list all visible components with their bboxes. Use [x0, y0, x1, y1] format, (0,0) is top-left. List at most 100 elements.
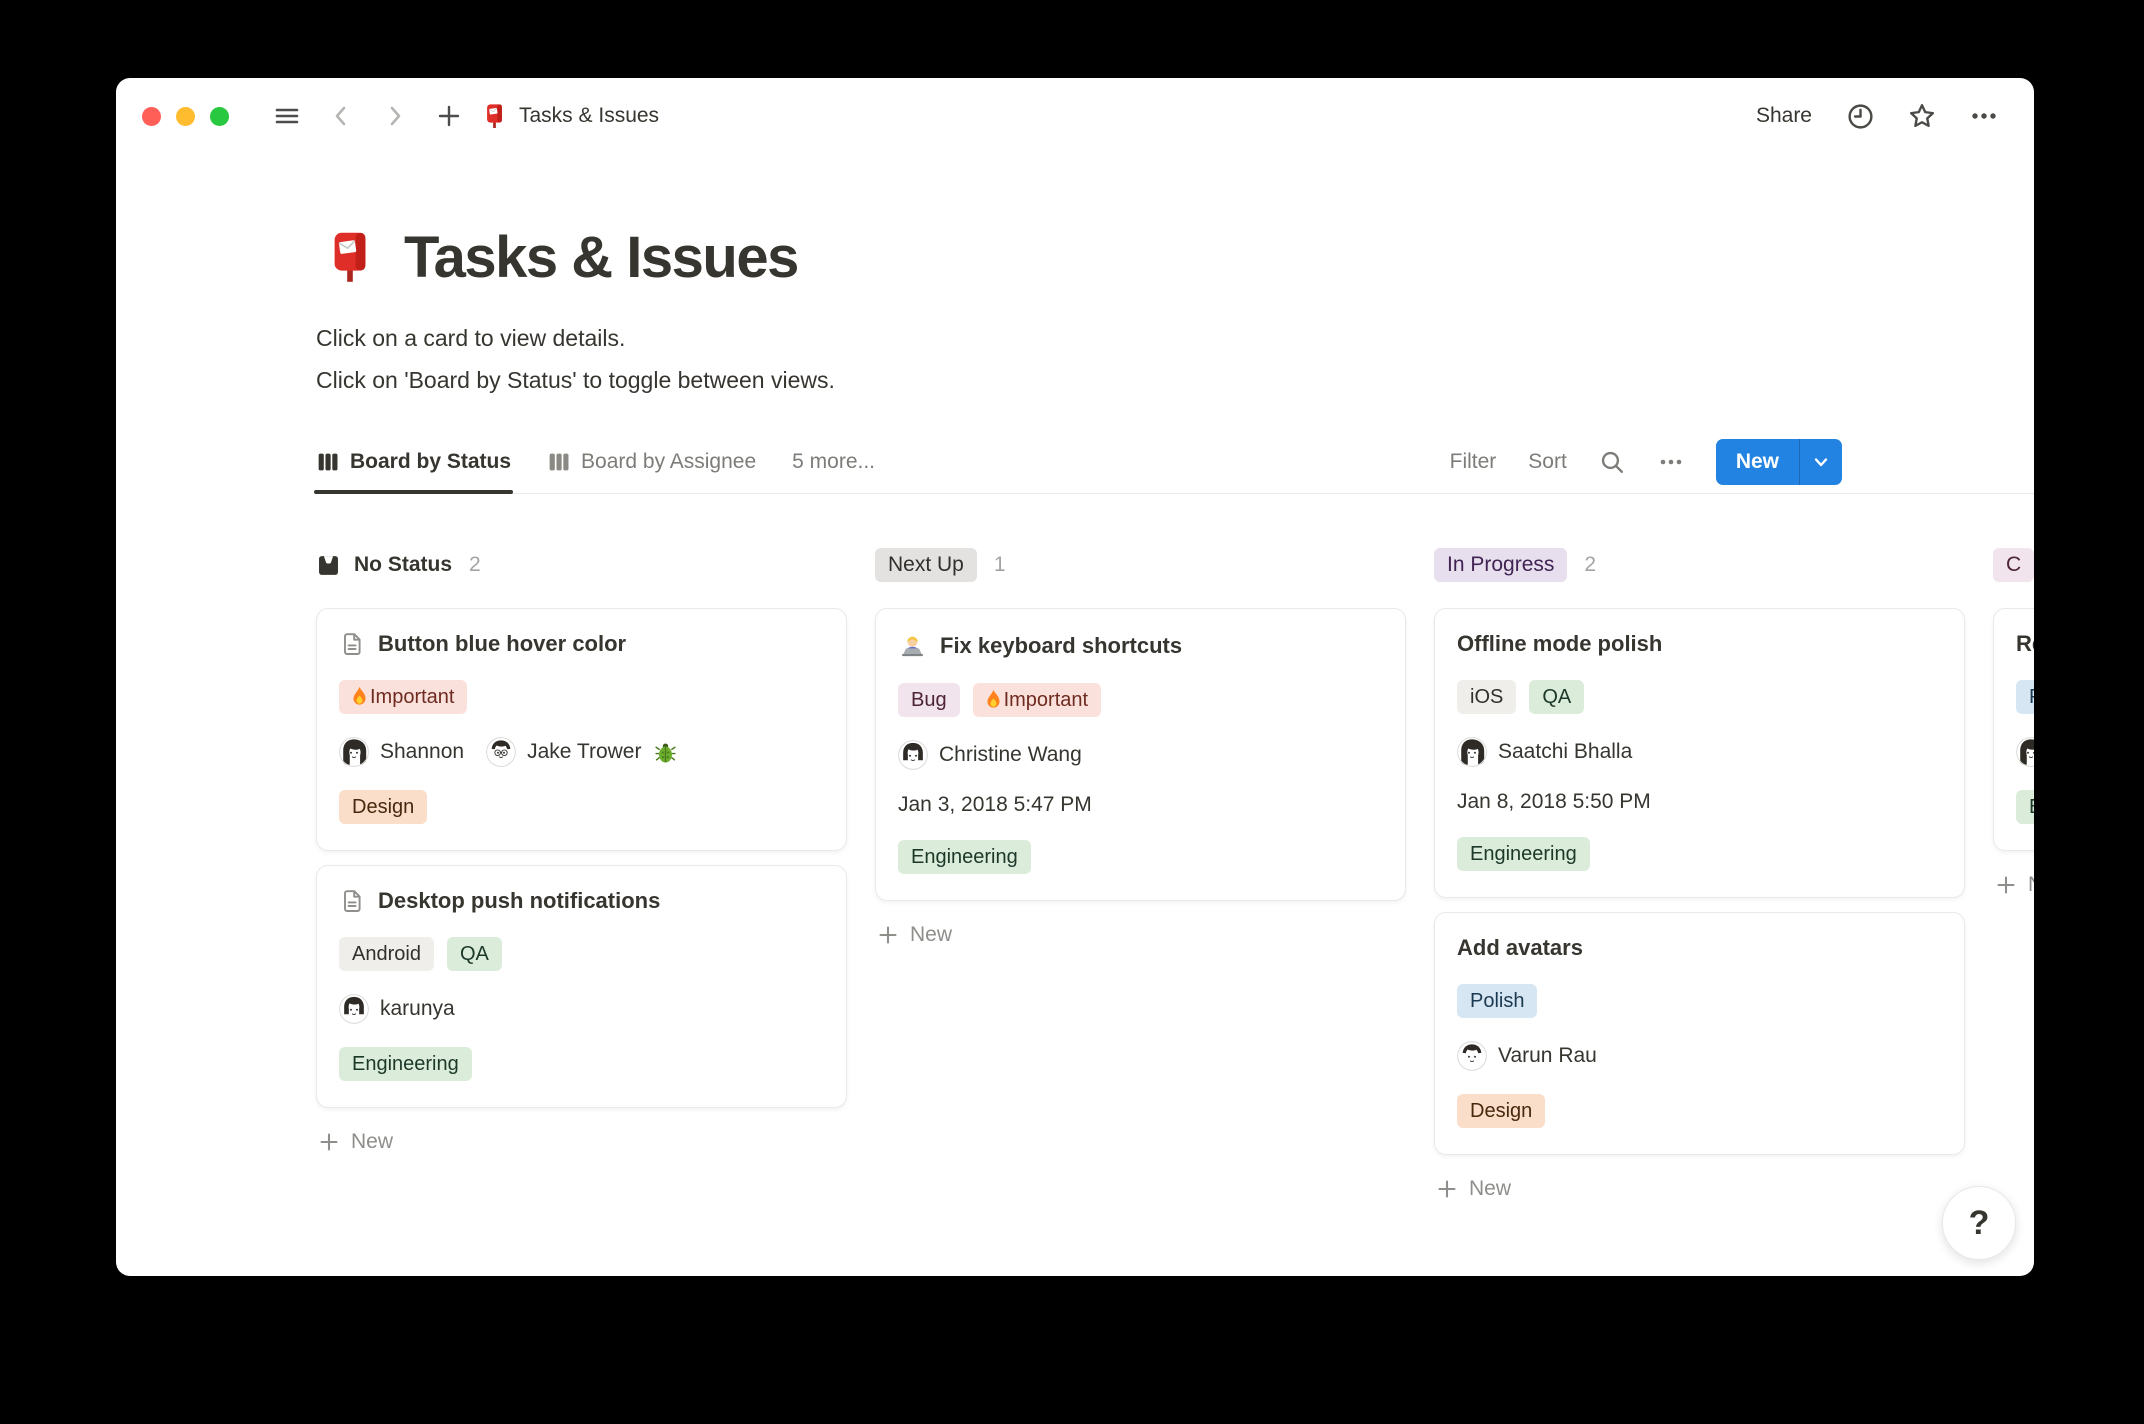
favorite-button[interactable] [1898, 94, 1946, 138]
plus-icon [1995, 874, 2017, 896]
person-name: Varun Rau [1498, 1044, 1597, 1067]
card-tags-row: Bug Important [898, 683, 1383, 717]
card-tags-row: Android QA [339, 937, 824, 971]
page-description-line-1[interactable]: Click on a card to view details. [316, 317, 2034, 359]
search-icon [1599, 449, 1626, 476]
person-name: Shannon [380, 740, 465, 763]
person-shannon: Shannon [339, 737, 464, 767]
card-title: Button blue hover color [378, 631, 627, 656]
nav-forward-button[interactable] [371, 94, 419, 138]
sort-button[interactable]: Sort [1520, 444, 1575, 480]
card-tags-row: P [2016, 680, 2034, 714]
tag-label: Engineering [911, 846, 1018, 868]
chevron-right-icon [383, 104, 407, 128]
card-tags-row: Design [1457, 1094, 1942, 1128]
board-card-re[interactable]: Re P E [1993, 608, 2034, 851]
add-card-label: New [351, 1130, 394, 1153]
tag-engineering: Engineering [1457, 837, 1590, 871]
plus-icon [1436, 1178, 1458, 1200]
card-tags-row: Design [339, 790, 824, 824]
tab-board-by-assignee[interactable]: Board by Assignee [547, 431, 756, 493]
new-entry-split-button: New [1715, 439, 1842, 485]
tag-important: Important [972, 683, 1102, 717]
plus-icon [318, 1131, 340, 1153]
column-header-next-up[interactable]: Next Up 1 [875, 544, 1406, 586]
nav-back-button[interactable] [317, 94, 365, 138]
board-card-button-blue-hover-color[interactable]: Button blue hover color Important Shannon J… [316, 608, 847, 851]
board-view-icon [547, 450, 571, 474]
add-card-button[interactable]: New [1993, 865, 2034, 905]
updates-button[interactable] [1836, 94, 1884, 138]
zoom-window-button[interactable] [210, 106, 229, 126]
hamburger-icon [273, 102, 301, 130]
card-tags-row: E [2016, 790, 2034, 824]
add-card-button[interactable]: New [1434, 1169, 1965, 1209]
column-header-c[interactable]: C [1993, 544, 2034, 586]
beetle-icon [654, 741, 677, 764]
card-people-row: Saatchi Bhalla [1457, 737, 1942, 767]
tag-label: Bug [911, 689, 947, 711]
tag-engineering: Engineering [339, 1047, 472, 1081]
minimize-window-button[interactable] [176, 106, 195, 126]
tab-label: Board by Assignee [581, 450, 757, 473]
more-options-button[interactable] [1960, 94, 2008, 138]
avatar [339, 737, 369, 767]
card-title: Re [2016, 631, 2034, 656]
page-description-line-2[interactable]: Click on 'Board by Status' to toggle bet… [316, 359, 2034, 401]
inbox-icon [316, 553, 341, 578]
board-card-fix-keyboard-shortcuts[interactable]: Fix keyboard shortcuts Bug Important Christ… [875, 608, 1406, 901]
board-card-add-avatars[interactable]: Add avatars Polish Varun Rau Design [1434, 912, 1965, 1155]
tab-board-by-status[interactable]: Board by Status [313, 431, 514, 494]
tag-polish: Polish [1457, 984, 1538, 1018]
share-button[interactable]: Share [1746, 98, 1822, 134]
filter-button[interactable]: Filter [1442, 444, 1505, 480]
card-date: Jan 3, 2018 5:47 PM [898, 793, 1092, 816]
add-card-button[interactable]: New [875, 915, 1406, 955]
avatar [2016, 737, 2034, 767]
card-title: Fix keyboard shortcuts [940, 632, 1183, 658]
card-title-row: Fix keyboard shortcuts [898, 631, 1383, 660]
page-title[interactable]: Tasks & Issues [404, 224, 799, 291]
chevron-left-icon [329, 104, 353, 128]
tag-label: E [2029, 797, 2034, 817]
sidebar-toggle-button[interactable] [263, 94, 311, 138]
person-jake-trower: Jake Trower [486, 737, 677, 767]
column-label: No Status [354, 553, 453, 576]
avatar [1457, 1041, 1487, 1071]
tag-important: Important [339, 680, 468, 714]
avatar [898, 740, 928, 770]
card-tags-row: Polish [1457, 984, 1942, 1018]
add-card-button[interactable]: New [316, 1122, 847, 1162]
new-tab-button[interactable] [425, 94, 473, 138]
avatar [486, 737, 517, 767]
kanban-board: No Status 2 Button blue hover color Importa… [316, 544, 2034, 1209]
board-column-in-progress: In Progress 2 Offline mode polish iOS QA Saat… [1434, 544, 1965, 1209]
new-entry-dropdown-button[interactable] [1799, 439, 1842, 485]
window-titlebar: Tasks & Issues Share [116, 78, 2034, 154]
board-card-desktop-push-notifications[interactable]: Desktop push notifications Android QA karun… [316, 865, 847, 1108]
card-title-row: Add avatars [1457, 935, 1942, 961]
card-title: Offline mode polish [1457, 631, 1663, 656]
column-header-in-progress[interactable]: In Progress 2 [1434, 544, 1965, 586]
help-button[interactable]: ? [1942, 1186, 2016, 1260]
column-header-no-status[interactable]: No Status 2 [316, 544, 847, 586]
card-title: Desktop push notifications [378, 888, 661, 913]
tag-label: Design [352, 796, 415, 818]
star-icon [1907, 101, 1937, 131]
tag-label: Important [370, 686, 455, 708]
new-entry-button[interactable]: New [1716, 439, 1799, 485]
view-options-button[interactable] [1650, 443, 1692, 481]
more-views-button[interactable]: 5 more... [792, 450, 875, 474]
page-icon [339, 631, 365, 657]
card-title-row: Desktop push notifications [339, 888, 824, 914]
close-window-button[interactable] [142, 106, 161, 126]
breadcrumb[interactable]: Tasks & Issues [481, 103, 659, 130]
add-card-label: New [910, 923, 953, 946]
fire-icon [984, 689, 1003, 711]
person-name: karunya [380, 997, 455, 1020]
board-card-offline-mode-polish[interactable]: Offline mode polish iOS QA Saatchi Bhalla Ja… [1434, 608, 1965, 898]
search-button[interactable] [1591, 443, 1634, 482]
tag-label: iOS [1470, 686, 1504, 708]
column-card-count: 2 [1584, 553, 1597, 576]
page-icon-postbox[interactable] [322, 230, 378, 286]
